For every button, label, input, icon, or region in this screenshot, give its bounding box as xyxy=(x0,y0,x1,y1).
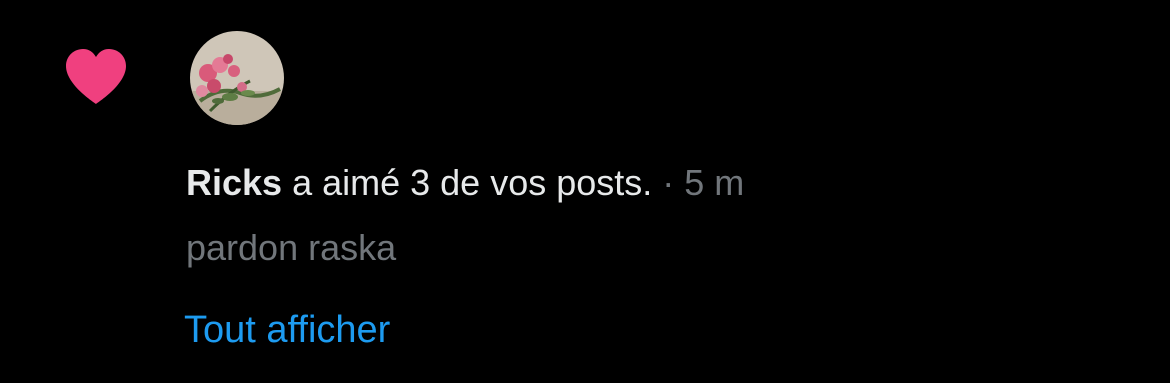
separator: · xyxy=(652,162,685,203)
avatar[interactable] xyxy=(190,31,284,125)
username[interactable]: Ricks xyxy=(186,162,282,203)
like-notification[interactable]: Ricks a aimé 3 de vos posts. · 5 m pardo… xyxy=(0,0,1170,383)
show-all-link[interactable]: Tout afficher xyxy=(184,307,390,353)
heart-icon xyxy=(62,46,130,106)
notification-text: Ricks a aimé 3 de vos posts. · 5 m xyxy=(186,161,744,205)
timestamp: 5 m xyxy=(684,162,745,203)
action-text: a aimé 3 de vos posts. xyxy=(282,162,653,203)
post-excerpt: pardon raska xyxy=(186,227,397,268)
